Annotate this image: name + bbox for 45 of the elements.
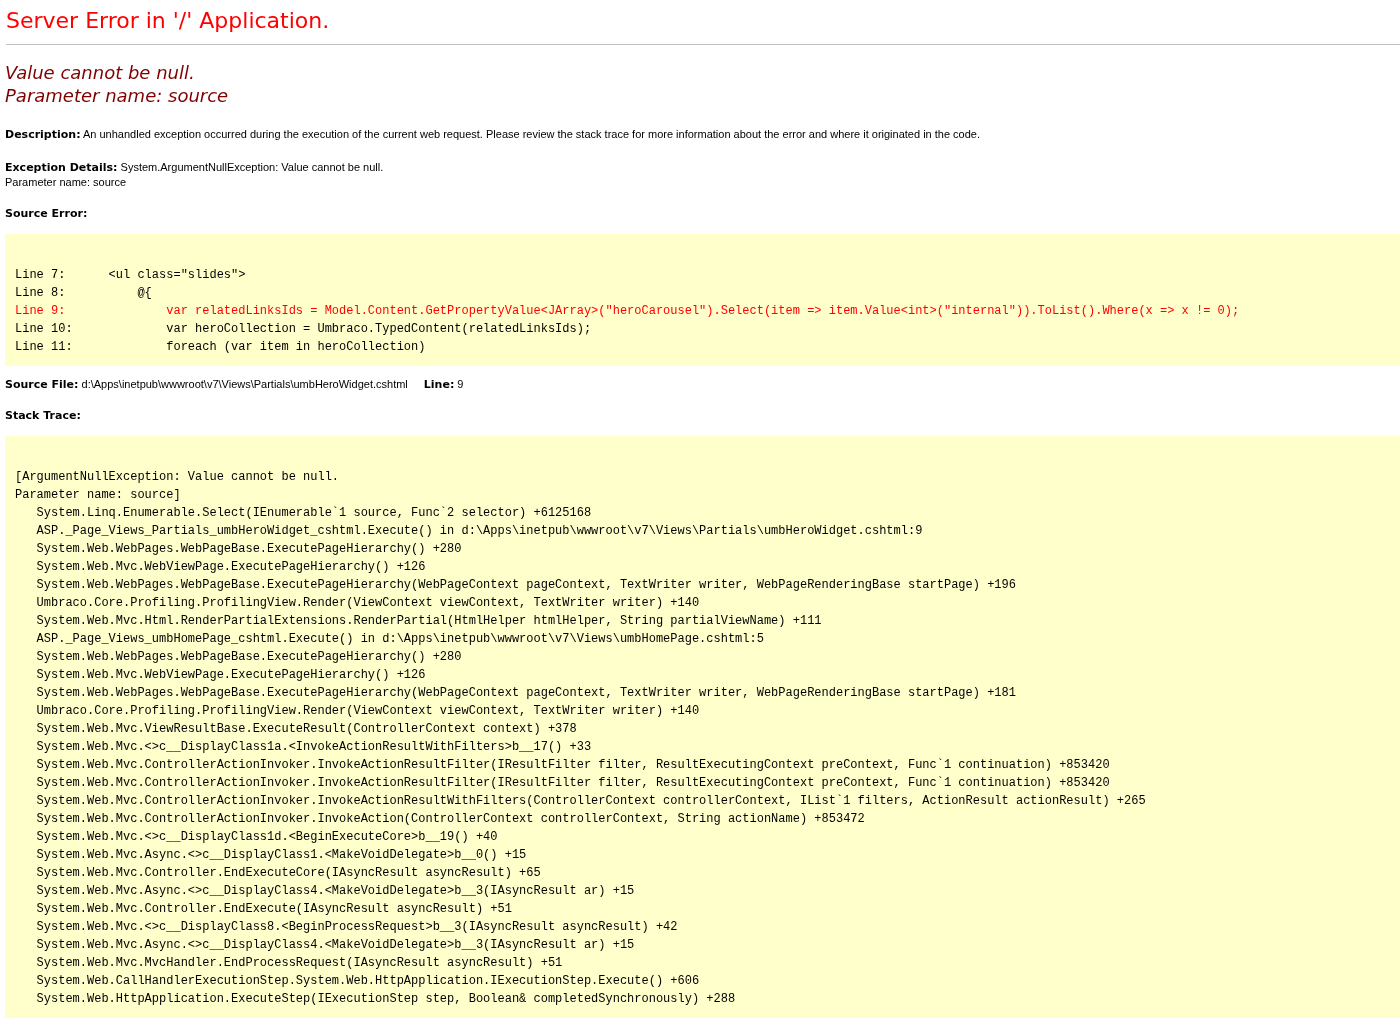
stack-trace-line: System.Web.Mvc.Async.<>c__DisplayClass4.<MakeVoidDelegate>b__3(IAsyncResult ar) +15 (35, 883, 635, 900)
stack-trace-line: System.Web.WebPages.WebPageBase.ExecutePageHierarchy() +280 (35, 649, 462, 666)
stack-trace-line: System.Web.WebPages.WebPageBase.ExecutePageHierarchy(WebPageContext pageContext, TextWriter writer, WebPageRenderingBase startPage) +181 (35, 685, 1016, 702)
code-line: Line 7: <ul class="slides"> (15, 267, 246, 284)
description-text: Description: An unhandled exception occurred during the execution of the current web request. Please review the stack trace for more information about the error and where it originated in the code. (5, 127, 981, 142)
stack-trace-line: System.Web.Mvc.ControllerActionInvoker.InvokeActionResultFilter(IResultFilter filter, ResultExecutingContext preContext, Func`1 continuation) +853420 (35, 757, 1110, 774)
stack-trace-line: System.Web.Mvc.Async.<>c__DisplayClass4.<MakeVoidDelegate>b__3(IAsyncResult ar) +15 (35, 937, 635, 954)
stack-trace-line: System.Web.Mvc.Controller.EndExecute(IAsyncResult asyncResult) +51 (35, 901, 512, 918)
stack-trace-line: System.Web.Mvc.WebViewPage.ExecutePageHierarchy() +126 (35, 559, 426, 576)
error-message: Value cannot be null. Parameter name: source (5, 61, 230, 107)
stack-trace-line: Parameter name: source] (15, 487, 181, 504)
stack-trace-line: Umbraco.Core.Profiling.ProfilingView.Render(ViewContext viewContext, TextWriter writer) +140 (35, 703, 700, 720)
stack-trace-line: System.Web.Mvc.Html.RenderPartialExtensions.RenderPartial(HtmlHelper htmlHelper, String partialViewName) +111 (35, 613, 822, 630)
stack-trace-line: System.Web.Mvc.ControllerActionInvoker.InvokeActionResultWithFilters(ControllerContext controllerContext, IList`1 filters, ActionResult actionResult) +265 (35, 793, 1146, 810)
stack-trace-line: System.Web.WebPages.WebPageBase.ExecutePageHierarchy() +280 (35, 541, 462, 558)
stack-trace-line: System.Web.Mvc.Controller.EndExecuteCore(IAsyncResult asyncResult) +65 (35, 865, 541, 882)
line-number: 9 (457, 378, 464, 390)
code-line: Line 10: var heroCollection = Umbraco.TypedContent(relatedLinksIds); (15, 321, 592, 338)
stack-trace-line: System.Linq.Enumerable.Select(IEnumerable`1 source, Func`2 selector) +6125168 (35, 505, 592, 522)
source-file-label: Source File: (5, 378, 79, 391)
page-title: Server Error in '/' Application. (6, 8, 1400, 45)
stack-trace-line: System.Web.CallHandlerExecutionStep.System.Web.HttpApplication.IExecutionStep.Execute() +606 (35, 973, 700, 990)
code-line: Line 8: @{ (15, 285, 152, 302)
exception-details: Exception Details: System.ArgumentNullException: Value cannot be null. Parameter name: source (5, 160, 384, 189)
section-heading: Source Error: (5, 207, 88, 220)
stack-trace-line: System.Web.Mvc.Async.<>c__DisplayClass1.<MakeVoidDelegate>b__0() +15 (35, 847, 527, 864)
code-line: Line 9: var relatedLinksIds = Model.Content.GetPropertyValue<JArray>("heroCarousel").Select(item => item.Value<int>("internal")).ToList().Where(x => x != 0); (15, 303, 1240, 320)
section-heading: Stack Trace: (5, 409, 81, 422)
stack-trace-line: ASP._Page_Views_umbHomePage_cshtml.Execute() in d:\Apps\inetpub\wwwroot\v7\Views\umbHomePage.cshtml:5 (35, 631, 764, 648)
stack-trace-line: System.Web.Mvc.MvcHandler.EndProcessRequest(IAsyncResult asyncResult) +51 (35, 955, 563, 972)
stack-trace-line: System.Web.Mvc.WebViewPage.ExecutePageHierarchy() +126 (35, 667, 426, 684)
stack-trace-line: System.Web.Mvc.<>c__DisplayClass8.<BeginProcessRequest>b__3(IAsyncResult asyncResult) +42 (35, 919, 678, 936)
stack-trace-line: ASP._Page_Views_Partials_umbHeroWidget_cshtml.Execute() in d:\Apps\inetpub\wwwroot\v7\Views\Partials\umbHeroWidget.cshtml:9 (35, 523, 923, 540)
line-label: Line: (423, 378, 455, 391)
code-line: Line 11: foreach (var item in heroCollection) (15, 339, 426, 356)
source-file-path: d:\Apps\inetpub\wwwroot\v7\Views\Partials\umbHeroWidget.cshtml (81, 378, 408, 390)
stack-trace-line: System.Web.HttpApplication.ExecuteStep(IExecutionStep step, Boolean& completedSynchronously) +288 (35, 991, 736, 1008)
stack-trace-line: System.Web.Mvc.<>c__DisplayClass1d.<BeginExecuteCore>b__19() +40 (35, 829, 498, 846)
stack-trace-line: System.Web.Mvc.<>c__DisplayClass1a.<InvokeActionResultWithFilters>b__17() +33 (35, 739, 592, 756)
stack-trace-line: System.Web.Mvc.ControllerActionInvoker.InvokeActionResultFilter(IResultFilter filter, ResultExecutingContext preContext, Func`1 continuation) +853420 (35, 775, 1110, 792)
stack-trace-line: Umbraco.Core.Profiling.ProfilingView.Render(ViewContext viewContext, TextWriter writer) +140 (35, 595, 700, 612)
stack-trace-line: [ArgumentNullException: Value cannot be null. (15, 469, 340, 486)
stack-trace-line: System.Web.Mvc.ViewResultBase.ExecuteResult(ControllerContext context) +378 (35, 721, 577, 738)
stack-trace-line: System.Web.Mvc.ControllerActionInvoker.InvokeAction(ControllerContext controllerContext, String actionName) +853472 (35, 811, 865, 828)
stack-trace-line: System.Web.WebPages.WebPageBase.ExecutePageHierarchy(WebPageContext pageContext, TextWriter writer, WebPageRenderingBase startPage) +196 (35, 577, 1016, 594)
